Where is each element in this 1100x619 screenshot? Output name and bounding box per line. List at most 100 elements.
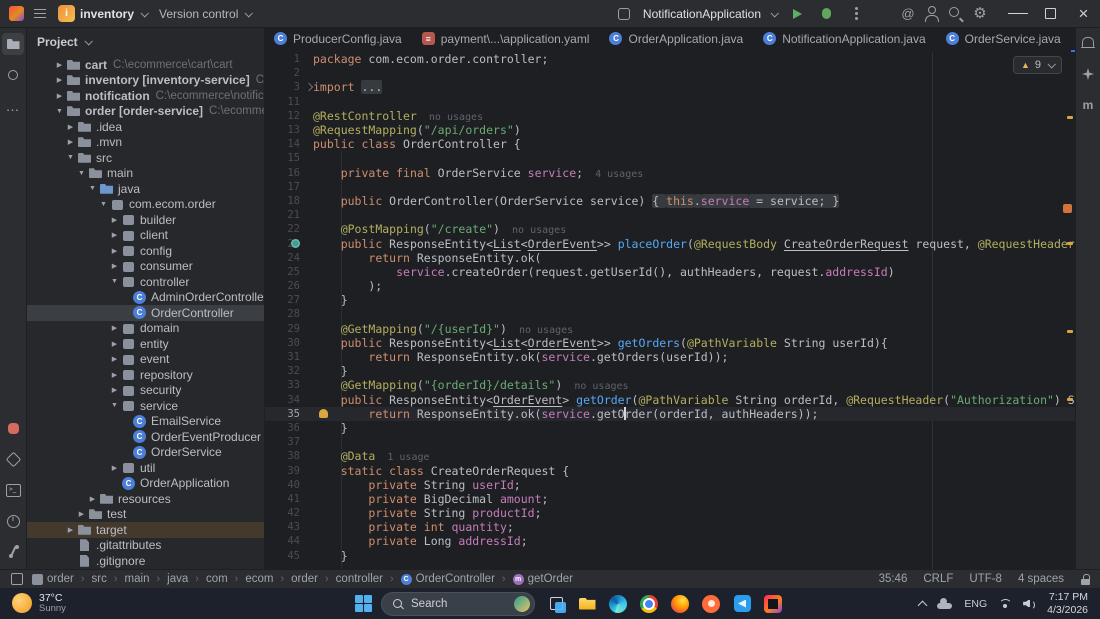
- code-line[interactable]: 14public class OrderController {: [264, 137, 1076, 151]
- taskbar-app-intellij[interactable]: [761, 592, 785, 616]
- tray-overflow-icon[interactable]: [918, 600, 926, 608]
- chevron-right-icon[interactable]: ▶: [53, 76, 66, 84]
- code-editor[interactable]: 1package com.ecom.order.controller;23imp…: [264, 52, 1076, 569]
- tree-item[interactable]: ▶consumer: [27, 259, 264, 275]
- code-line[interactable]: 11: [264, 95, 1076, 109]
- breadcrumb-item[interactable]: com: [206, 573, 228, 585]
- weather-widget[interactable]: 37°C Sunny: [12, 592, 66, 615]
- code-line[interactable]: 27 }: [264, 293, 1076, 307]
- code-line[interactable]: 41 private BigDecimal amount;: [264, 492, 1076, 506]
- services-icon[interactable]: [2, 448, 24, 470]
- file-encoding[interactable]: UTF-8: [969, 573, 1002, 585]
- more-run-options-icon[interactable]: [845, 3, 867, 25]
- code-line[interactable]: 23 public ResponseEntity<List<OrderEvent…: [264, 236, 1076, 250]
- cloud-icon[interactable]: [937, 598, 953, 609]
- close-button[interactable]: ×: [1067, 0, 1100, 27]
- code-line[interactable]: 15: [264, 151, 1076, 165]
- taskbar-clock[interactable]: 7:17 PM 4/3/2026: [1047, 591, 1088, 616]
- more-icon[interactable]: …: [2, 95, 24, 117]
- code-line[interactable]: 3import ...: [264, 80, 1076, 94]
- scrollbar-warning-mark[interactable]: [1067, 330, 1073, 333]
- minimize-button[interactable]: [1001, 0, 1034, 27]
- tree-item[interactable]: ▶.mvn: [27, 135, 264, 151]
- project-icon[interactable]: [2, 33, 24, 55]
- tree-item[interactable]: ▶target: [27, 522, 264, 538]
- chevron-right-icon[interactable]: ▶: [108, 216, 121, 224]
- code-line[interactable]: 22 @PostMapping("/create") no usages: [264, 222, 1076, 236]
- tree-item[interactable]: ▶resources: [27, 491, 264, 507]
- code-line[interactable]: 33 @GetMapping("{orderId}/details") no u…: [264, 378, 1076, 392]
- chevron-right-icon[interactable]: ▶: [64, 526, 77, 534]
- volume-icon[interactable]: [1023, 598, 1036, 610]
- code-line[interactable]: 43 private int quantity;: [264, 520, 1076, 534]
- tree-item[interactable]: ▼com.ecom.order: [27, 197, 264, 213]
- tree-item[interactable]: ▼main: [27, 166, 264, 182]
- line-separator[interactable]: CRLF: [923, 573, 953, 585]
- chevron-right-icon[interactable]: ▶: [64, 123, 77, 131]
- tree-item[interactable]: ▼java: [27, 181, 264, 197]
- lock-icon[interactable]: [1080, 574, 1090, 585]
- editor-tab[interactable]: COrderService.java: [936, 27, 1071, 52]
- code-line[interactable]: 39 static class CreateOrderRequest {: [264, 463, 1076, 477]
- caret-position[interactable]: 35:46: [879, 573, 908, 585]
- chevron-down-icon[interactable]: ▼: [108, 278, 121, 285]
- chevron-down-icon[interactable]: ▼: [97, 201, 110, 208]
- breadcrumb-item[interactable]: src: [92, 573, 107, 585]
- ai-icon[interactable]: [1077, 63, 1099, 85]
- commit-icon[interactable]: [2, 64, 24, 86]
- code-line[interactable]: 26 );: [264, 279, 1076, 293]
- code-line[interactable]: 42 private String productId;: [264, 506, 1076, 520]
- tree-item[interactable]: COrderEventProducer: [27, 429, 264, 445]
- code-with-me-icon[interactable]: [921, 3, 943, 25]
- main-menu-icon[interactable]: [29, 3, 51, 25]
- code-line[interactable]: 28: [264, 307, 1076, 321]
- vcs-icon[interactable]: [2, 541, 24, 563]
- scrollbar-error-mark[interactable]: [1063, 204, 1072, 213]
- tree-item[interactable]: ▶test: [27, 507, 264, 523]
- chevron-right-icon[interactable]: ▶: [108, 355, 121, 363]
- code-line[interactable]: 16 private final OrderService service; 4…: [264, 166, 1076, 180]
- taskbar-search[interactable]: Search: [381, 592, 535, 616]
- taskbar-app-firefox[interactable]: [668, 592, 692, 616]
- maven-icon[interactable]: m: [1077, 94, 1099, 116]
- start-button[interactable]: [355, 595, 372, 612]
- taskbar-app-task-view[interactable]: [544, 592, 568, 616]
- tree-item[interactable]: .gitignore: [27, 553, 264, 569]
- taskbar-app-chrome[interactable]: [637, 592, 661, 616]
- maximize-button[interactable]: [1034, 0, 1067, 27]
- ai-assistant-icon[interactable]: @: [897, 3, 919, 25]
- taskbar-app-file-explorer[interactable]: [575, 592, 599, 616]
- chevron-right-icon[interactable]: ▶: [53, 61, 66, 69]
- tree-item[interactable]: ▼order [order-service]C:\ecommerce\order…: [27, 104, 264, 120]
- code-line[interactable]: 30 public ResponseEntity<List<OrderEvent…: [264, 336, 1076, 350]
- chevron-right-icon[interactable]: ▶: [108, 247, 121, 255]
- code-line[interactable]: 35 return ResponseEntity.ok(service.getO…: [264, 407, 1076, 421]
- taskbar-app-edge[interactable]: [606, 592, 630, 616]
- intention-bulb-icon[interactable]: [319, 409, 328, 418]
- run-config-icon[interactable]: [613, 3, 635, 25]
- tree-item[interactable]: ▶cartC:\ecommerce\cart\cart: [27, 57, 264, 73]
- settings-gear-icon[interactable]: [969, 3, 991, 25]
- code-line[interactable]: 37: [264, 435, 1076, 449]
- chevron-down-icon[interactable]: ▼: [53, 108, 66, 115]
- wifi-icon[interactable]: [998, 598, 1012, 609]
- breadcrumb-item[interactable]: order: [32, 573, 74, 585]
- tree-item[interactable]: ▶builder: [27, 212, 264, 228]
- code-line[interactable]: 36 }: [264, 421, 1076, 435]
- chevron-right-icon[interactable]: ▶: [108, 262, 121, 270]
- scrollbar-warning-mark[interactable]: [1067, 242, 1073, 245]
- code-line[interactable]: 32 }: [264, 364, 1076, 378]
- chevron-right-icon[interactable]: ▶: [86, 495, 99, 503]
- tree-item[interactable]: ▶domain: [27, 321, 264, 337]
- tree-item[interactable]: CAdminOrderController: [27, 290, 264, 306]
- terminal-icon[interactable]: [2, 479, 24, 501]
- tree-item[interactable]: COrderController: [27, 305, 264, 321]
- editor-tab[interactable]: CNotificationApplication.java: [753, 27, 935, 52]
- editor-tab[interactable]: CProducerConfig.java: [264, 27, 412, 52]
- code-line[interactable]: 18 public OrderController(OrderService s…: [264, 194, 1076, 208]
- tree-item[interactable]: .gitattributes: [27, 538, 264, 554]
- code-line[interactable]: 13@RequestMapping("/api/orders"): [264, 123, 1076, 137]
- editor-tab[interactable]: ≡payment\...\application.yaml: [412, 27, 600, 52]
- taskbar-app-vscode[interactable]: [730, 592, 754, 616]
- input-language[interactable]: ENG: [964, 598, 987, 610]
